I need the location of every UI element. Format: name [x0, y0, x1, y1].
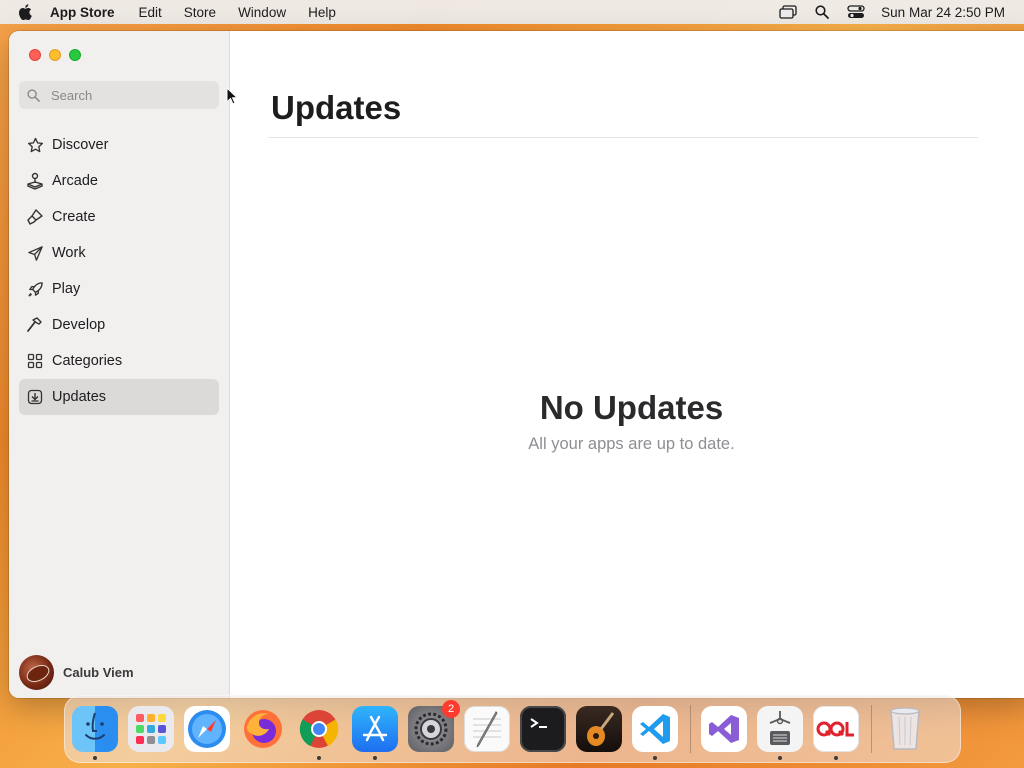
sidebar-item-label: Work: [52, 245, 86, 261]
joystick-icon: [26, 172, 44, 190]
close-button[interactable]: [29, 49, 41, 61]
dock-separator: [871, 705, 872, 753]
paper-plane-icon: [26, 244, 44, 262]
system-settings-icon[interactable]: 2: [408, 700, 460, 752]
spotlight-search-icon[interactable]: [811, 4, 833, 20]
sidebar-item-create[interactable]: Create: [19, 199, 219, 235]
window-controls: [29, 49, 81, 61]
terminal-icon[interactable]: [520, 706, 566, 752]
menu-window[interactable]: Window: [236, 5, 288, 20]
running-indicator: [373, 756, 377, 760]
page-title: Updates: [271, 89, 402, 126]
apple-menu-icon[interactable]: [18, 4, 38, 20]
running-indicator: [317, 756, 321, 760]
trash-icon[interactable]: [882, 706, 928, 752]
hammer-icon: [26, 316, 44, 334]
visual-studio-icon[interactable]: [701, 706, 747, 752]
sidebar-item-label: Play: [52, 281, 81, 297]
search-placeholder: Search: [51, 87, 93, 103]
chrome-icon[interactable]: [296, 706, 342, 760]
running-indicator: [653, 756, 657, 760]
menu-edit[interactable]: Edit: [137, 5, 164, 20]
system-information-icon[interactable]: [757, 706, 803, 760]
sidebar-item-updates[interactable]: Updates: [19, 379, 219, 415]
zoom-button[interactable]: [69, 49, 81, 61]
sidebar: Search Discover Arcade Create Work Play …: [9, 31, 230, 698]
account-profile[interactable]: Calub Viem: [19, 655, 134, 690]
sidebar-item-discover[interactable]: Discover: [19, 127, 219, 163]
safari-icon[interactable]: [184, 706, 230, 752]
vscode-icon[interactable]: [632, 706, 678, 760]
firefox-icon[interactable]: [240, 706, 286, 752]
finder-icon[interactable]: [72, 706, 118, 760]
sidebar-item-develop[interactable]: Develop: [19, 307, 219, 343]
empty-state-title: No Updates: [539, 389, 724, 426]
empty-state: No Updates All your apps are up to date.: [230, 389, 1024, 454]
qql-icon[interactable]: [813, 706, 859, 760]
menu-store[interactable]: Store: [182, 5, 218, 20]
avatar: [19, 655, 54, 690]
running-indicator: [834, 756, 838, 760]
sidebar-item-work[interactable]: Work: [19, 235, 219, 271]
screen-mirroring-icon[interactable]: [777, 4, 799, 20]
sidebar-item-label: Updates: [52, 389, 107, 405]
dock: 2: [64, 695, 961, 763]
grid-icon: [26, 352, 44, 370]
search-icon: [27, 87, 43, 103]
running-indicator: [778, 756, 782, 760]
empty-state-subtitle: All your apps are up to date.: [528, 435, 735, 453]
menubar-clock[interactable]: Sun Mar 24 2:50 PM: [881, 5, 1005, 20]
profile-name: Calub Viem: [63, 665, 134, 680]
title-divider: [268, 137, 978, 138]
app-store-icon[interactable]: [352, 706, 398, 760]
brush-icon: [26, 208, 44, 226]
notification-badge: 2: [442, 700, 460, 718]
menu-help[interactable]: Help: [306, 5, 338, 20]
dock-separator: [690, 705, 691, 753]
sidebar-item-label: Create: [52, 209, 96, 225]
menu-app-name[interactable]: App Store: [48, 5, 117, 20]
app-store-window: Search Discover Arcade Create Work Play …: [9, 31, 1024, 698]
sidebar-nav: Discover Arcade Create Work Play Develop…: [19, 127, 219, 415]
download-icon: [26, 388, 44, 406]
sidebar-item-label: Arcade: [52, 173, 98, 189]
running-indicator: [93, 756, 97, 760]
sidebar-item-label: Categories: [52, 353, 123, 369]
launchpad-icon[interactable]: [128, 706, 174, 752]
sidebar-item-play[interactable]: Play: [19, 271, 219, 307]
star-icon: [26, 136, 44, 154]
sidebar-item-label: Develop: [52, 317, 106, 333]
search-field[interactable]: Search: [19, 81, 219, 109]
minimize-button[interactable]: [49, 49, 61, 61]
textedit-icon[interactable]: [464, 706, 510, 752]
sidebar-item-label: Discover: [52, 137, 109, 153]
control-center-icon[interactable]: [845, 4, 867, 20]
mouse-cursor-icon: [226, 87, 238, 105]
sidebar-item-arcade[interactable]: Arcade: [19, 163, 219, 199]
sidebar-item-categories[interactable]: Categories: [19, 343, 219, 379]
rocket-icon: [26, 280, 44, 298]
garageband-icon[interactable]: [576, 706, 622, 752]
menu-bar: App Store Edit Store Window Help Sun Mar…: [0, 0, 1024, 24]
main-content: Updates No Updates All your apps are up …: [230, 31, 1024, 698]
